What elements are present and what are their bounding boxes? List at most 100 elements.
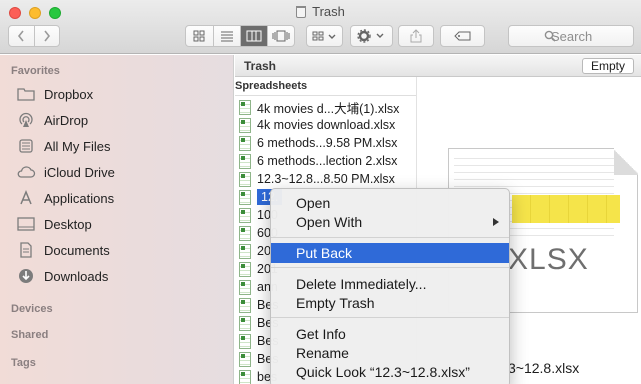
submenu-arrow-icon	[493, 218, 499, 226]
menu-separator	[271, 267, 509, 268]
window-toolbar: Trash Search	[0, 0, 641, 54]
sidebar: Favorites Dropbox AirDrop All My Files i…	[0, 55, 234, 384]
tag-icon	[453, 31, 470, 41]
sidebar-item-dropbox[interactable]: Dropbox	[16, 82, 226, 106]
spreadsheet-file-icon	[239, 279, 251, 295]
arrange-button[interactable]	[306, 25, 343, 47]
sidebar-item-label: All My Files	[44, 138, 111, 154]
cover-flow-button[interactable]	[266, 26, 294, 46]
share-button[interactable]	[398, 25, 434, 47]
file-name: 4k movies download.xlsx	[257, 118, 396, 132]
menu-item-get-info[interactable]: Get Info	[271, 324, 509, 344]
sidebar-section-devices: Devices	[11, 303, 53, 315]
menu-item-put-back[interactable]: Put Back	[271, 243, 509, 263]
file-name: 4k movies d...大埔(1).xlsx	[257, 101, 400, 116]
desktop-icon	[16, 215, 36, 233]
all-files-icon	[16, 137, 36, 155]
file-row[interactable]: 4k movies d...大埔(1).xlsx	[235, 98, 416, 116]
menu-separator	[271, 317, 509, 318]
sidebar-item-label: iCloud Drive	[44, 164, 115, 180]
search-icon	[544, 30, 556, 42]
sidebar-item-label: Downloads	[44, 268, 109, 284]
columns-icon	[246, 30, 262, 42]
gear-icon	[356, 29, 383, 43]
sidebar-item-downloads[interactable]: Downloads	[16, 264, 226, 288]
file-row[interactable]: 6 methods...lection 2.xlsx	[235, 152, 416, 170]
cloud-icon	[16, 163, 36, 181]
spreadsheet-file-icon	[239, 189, 251, 205]
sidebar-item-documents[interactable]: Documents	[16, 238, 226, 262]
page-fold-icon	[614, 148, 638, 175]
menu-item-open[interactable]: Open	[271, 193, 509, 213]
search-field[interactable]: Search	[508, 25, 634, 47]
menu-item-delete-immediately[interactable]: Delete Immediately...	[271, 274, 509, 294]
trash-icon	[296, 6, 307, 18]
file-row[interactable]: 6 methods...9.58 PM.xlsx	[235, 134, 416, 152]
spreadsheet-file-icon	[239, 225, 251, 241]
file-type-label: XLSX	[508, 243, 589, 276]
documents-icon	[16, 241, 36, 259]
share-icon	[410, 29, 422, 43]
menu-item-rename[interactable]: Rename	[271, 343, 509, 363]
file-row[interactable]: 4k movies download.xlsx	[235, 116, 416, 134]
file-name: 6 methods...lection 2.xlsx	[257, 154, 398, 168]
sidebar-item-airdrop[interactable]: AirDrop	[16, 108, 226, 132]
menu-item-label: Open With	[296, 214, 363, 230]
spreadsheet-file-icon	[239, 369, 251, 384]
search-placeholder: Search	[551, 28, 593, 44]
icon-view-button[interactable]	[186, 26, 213, 46]
sidebar-section-shared: Shared	[11, 329, 49, 341]
menu-item-quick-look[interactable]: Quick Look “12.3~12.8.xlsx”	[271, 362, 509, 382]
spreadsheet-file-icon	[239, 207, 251, 223]
sidebar-section-favorites: Favorites	[11, 65, 60, 77]
sidebar-item-desktop[interactable]: Desktop	[16, 212, 226, 236]
sidebar-section-tags: Tags	[11, 357, 36, 369]
spreadsheet-file-icon	[239, 135, 251, 151]
airdrop-icon	[16, 111, 36, 129]
view-mode-buttons	[185, 25, 295, 47]
list-view-button[interactable]	[212, 26, 240, 46]
file-row[interactable]: 12.3~12.8...8.50 PM.xlsx	[235, 170, 416, 188]
spreadsheet-file-icon	[239, 99, 251, 115]
spreadsheet-file-icon	[239, 351, 251, 367]
sidebar-item-all-my-files[interactable]: All My Files	[16, 134, 226, 158]
action-button[interactable]	[350, 25, 393, 47]
sidebar-item-label: Documents	[44, 242, 110, 258]
arrange-icon	[312, 31, 335, 41]
back-button[interactable]	[9, 26, 34, 46]
forward-button[interactable]	[33, 26, 59, 46]
chevron-right-icon	[44, 30, 51, 42]
spreadsheet-file-icon	[239, 297, 251, 313]
spreadsheet-highlight-rows	[512, 195, 620, 223]
window-title: Trash	[0, 4, 641, 19]
navigation-buttons	[8, 25, 60, 47]
folder-icon	[16, 85, 36, 103]
location-label: Trash	[244, 59, 277, 73]
menu-separator	[271, 237, 509, 238]
file-name: 6 methods...9.58 PM.xlsx	[257, 136, 398, 150]
file-name: 12.3~12.8...8.50 PM.xlsx	[257, 172, 395, 186]
path-bar: Trash Empty	[235, 55, 641, 77]
sidebar-item-label: Applications	[44, 190, 115, 206]
preview-filename: 3~12.8.xlsx	[508, 360, 580, 376]
sidebar-item-label: Dropbox	[44, 86, 94, 102]
menu-item-open-with[interactable]: Open With	[271, 212, 509, 232]
context-menu: Open Open With Put Back Delete Immediate…	[270, 188, 510, 384]
column-header: Spreadsheets	[235, 80, 416, 96]
empty-trash-button[interactable]: Empty	[581, 58, 634, 74]
column-view-button[interactable]	[239, 26, 267, 46]
tag-button[interactable]	[440, 25, 485, 47]
spreadsheet-file-icon	[239, 117, 251, 133]
spreadsheet-file-icon	[239, 333, 251, 349]
menu-item-empty-trash[interactable]: Empty Trash	[271, 293, 509, 313]
spreadsheet-file-icon	[239, 171, 251, 187]
spreadsheet-file-icon	[239, 261, 251, 277]
sidebar-item-applications[interactable]: Applications	[16, 186, 226, 210]
sidebar-item-icloud-drive[interactable]: iCloud Drive	[16, 160, 226, 184]
chevron-left-icon	[18, 30, 25, 42]
sidebar-item-label: AirDrop	[44, 112, 89, 128]
cover-flow-icon	[272, 30, 290, 42]
list-icon	[220, 31, 233, 42]
sidebar-item-label: Desktop	[44, 216, 92, 232]
grid-icon	[193, 30, 205, 42]
